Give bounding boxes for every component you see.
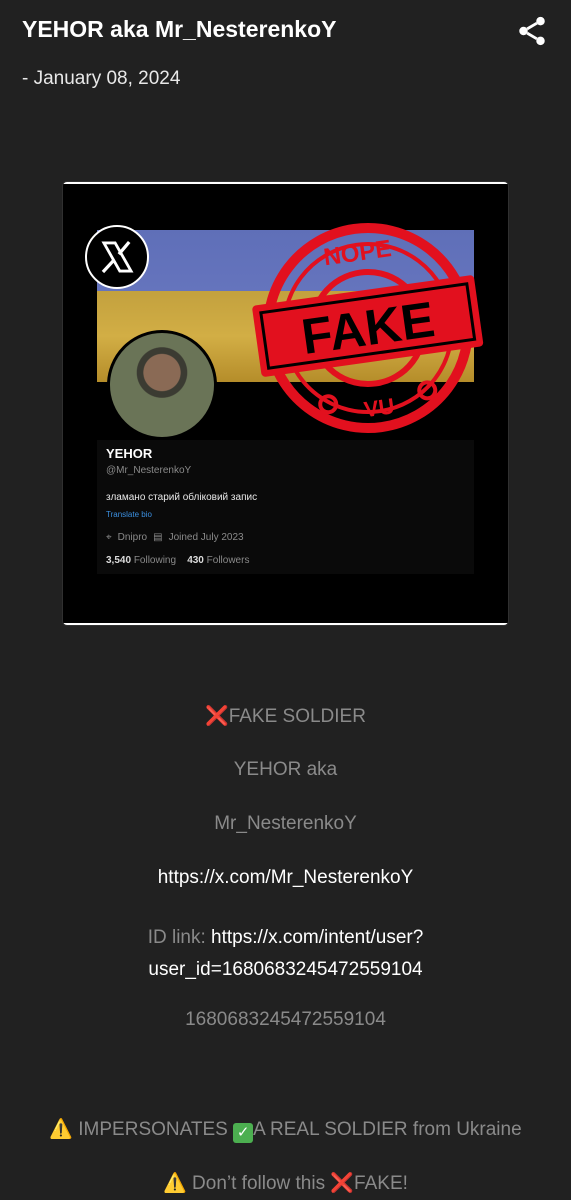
translate-bio-link: Translate bio [106,510,152,519]
name-line: YEHOR aka [233,759,338,780]
user-id-text: 1680683245472559104 [185,1009,386,1030]
profile-meta: ⌖ Dnipro ▤ Joined July 2023 [106,532,244,543]
dont-follow-line: ⚠️ Don’t follow this ❌FAKE! [0,1171,571,1195]
location-icon: ⌖ [106,532,112,543]
dont-follow-text: Don’t follow this [192,1173,326,1194]
post-image[interactable]: NOPE FAKE VU YEHOR @Mr_NesterenkoY злама… [63,182,508,625]
profile-stats: 3,540 Following 430 Followers [106,555,249,566]
profile-bio: зламано старий обліковий запис [106,492,258,503]
x-logo-icon [85,225,149,289]
post-date: - January 08, 2024 [22,68,181,89]
warning-icon: ⚠️ [49,1119,73,1140]
id-link-part1[interactable]: https://x.com/intent/user? [211,927,423,948]
impersonates-line: ⚠️ IMPERSONATES ✓ A REAL SOLDIER from Ukr… [0,1117,571,1143]
image-border-bottom [63,623,508,625]
stamp-bottom-text: VU [362,393,396,422]
fake-soldier-line: ❌FAKE SOLDIER [0,704,571,728]
share-icon[interactable] [515,14,549,48]
check-mark-icon: ✓ [233,1123,254,1143]
fake-soldier-text: FAKE SOLDIER [228,706,366,727]
warning-icon: ⚠️ [163,1173,187,1194]
following-count: 3,540 [106,555,132,566]
profile-link[interactable]: https://x.com/Mr_NesterenkoY [0,867,571,889]
profile-avatar [107,330,217,440]
profile-location: Dnipro [117,532,148,543]
id-link-part2[interactable]: user_id=1680683245472559104 [148,959,422,980]
image-border-top [63,182,508,184]
profile-joined: Joined July 2023 [168,532,244,543]
fake-end-text: FAKE! [354,1173,408,1194]
calendar-icon: ▤ [153,532,163,543]
id-link-label: ID link: [147,927,212,948]
followers-label: Followers [206,555,250,566]
fake-stamp: NOPE FAKE VU [252,223,484,433]
stamp-top-text: NOPE [322,235,393,271]
cross-mark-icon: ❌ [205,706,229,727]
profile-name: YEHOR [106,446,153,461]
handle-line: Mr_NesterenkoY [214,813,357,834]
id-link-block: ID link: https://x.com/intent/user? user… [0,922,571,986]
cross-mark-icon: ❌ [330,1173,355,1194]
profile-handle: @Mr_NesterenkoY [106,465,192,476]
following-label: Following [133,555,177,566]
followers-count: 430 [187,555,204,566]
profile-info-panel [97,440,474,574]
post-title: YEHOR aka Mr_NesterenkoY [22,16,337,42]
impersonates-text: IMPERSONATES [78,1119,228,1140]
real-soldier-text: A REAL SOLDIER from Ukraine [253,1119,522,1140]
